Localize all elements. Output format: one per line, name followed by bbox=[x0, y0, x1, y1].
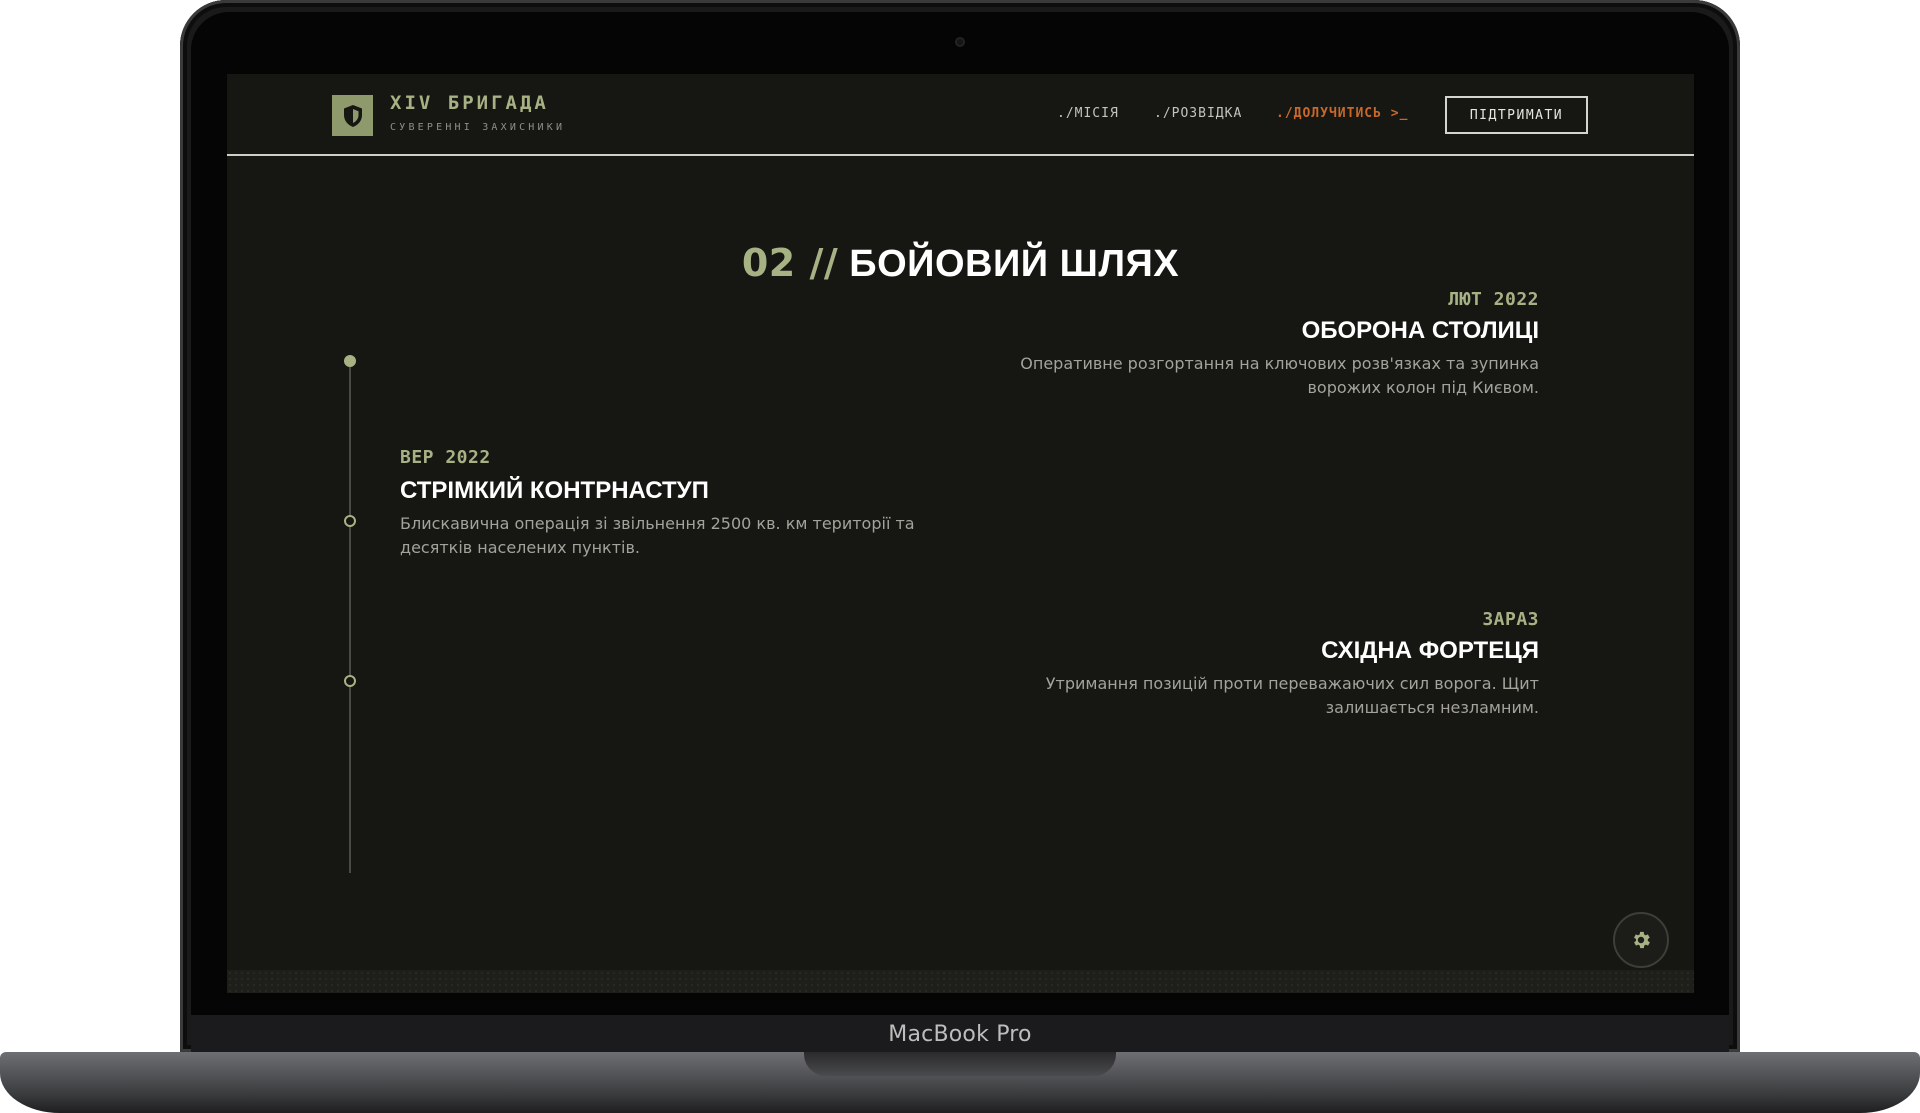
section-title: 02 // БОЙОВИЙ ШЛЯХ bbox=[227, 241, 1694, 286]
brand-subtitle: СУВЕРЕННІ ЗАХИСНИКИ bbox=[390, 122, 566, 133]
event-date: ЗАРАЗ bbox=[1482, 609, 1539, 630]
nav-link-mission[interactable]: ./МІСІЯ bbox=[1057, 106, 1119, 121]
timeline-marker bbox=[344, 675, 356, 687]
browser-viewport: XIV БРИГАДА СУВЕРЕННІ ЗАХИСНИКИ ./МІСІЯ … bbox=[227, 74, 1694, 993]
site-header: XIV БРИГАДА СУВЕРЕННІ ЗАХИСНИКИ ./МІСІЯ … bbox=[227, 74, 1694, 156]
event-description: Утримання позицій проти переважаючих сил… bbox=[1045, 674, 1539, 717]
nav-link-join[interactable]: ./ДОЛУЧИТИСЬ >_ bbox=[1276, 106, 1408, 121]
timeline-marker bbox=[344, 515, 356, 527]
support-button[interactable]: ПІДТРИМАТИ bbox=[1445, 96, 1588, 134]
section-number: 02 // bbox=[741, 241, 839, 285]
event-date: ВЕР 2022 bbox=[400, 447, 491, 468]
event-title: СХІДНА ФОРТЕЦЯ bbox=[1321, 637, 1539, 664]
timeline-marker-active bbox=[344, 355, 356, 367]
settings-button[interactable] bbox=[1613, 912, 1669, 968]
event-title: СТРІМКИЙ КОНТРНАСТУП bbox=[400, 477, 709, 504]
event-description: Оперативне розгортання на ключових розв'… bbox=[1020, 354, 1539, 397]
timeline-line bbox=[349, 359, 351, 873]
nav-link-intel[interactable]: ./РОЗВІДКА bbox=[1154, 106, 1242, 121]
camera bbox=[955, 37, 965, 47]
laptop-notch bbox=[804, 1052, 1116, 1076]
brand-title[interactable]: XIV БРИГАДА bbox=[390, 92, 549, 114]
gear-icon bbox=[1634, 931, 1650, 949]
footer-pattern bbox=[227, 970, 1694, 993]
event-description: Блискавична операція зі звільнення 2500 … bbox=[400, 514, 915, 557]
event-title: ОБОРОНА СТОЛИЦІ bbox=[1301, 317, 1539, 344]
shield-icon bbox=[343, 104, 362, 127]
brand-logo[interactable] bbox=[332, 95, 373, 136]
section-heading: БОЙОВИЙ ШЛЯХ bbox=[849, 243, 1180, 285]
device-brand-label: MacBook Pro bbox=[888, 1021, 1032, 1047]
event-date: ЛЮТ 2022 bbox=[1448, 289, 1539, 310]
laptop-chin: MacBook Pro bbox=[191, 1015, 1729, 1053]
